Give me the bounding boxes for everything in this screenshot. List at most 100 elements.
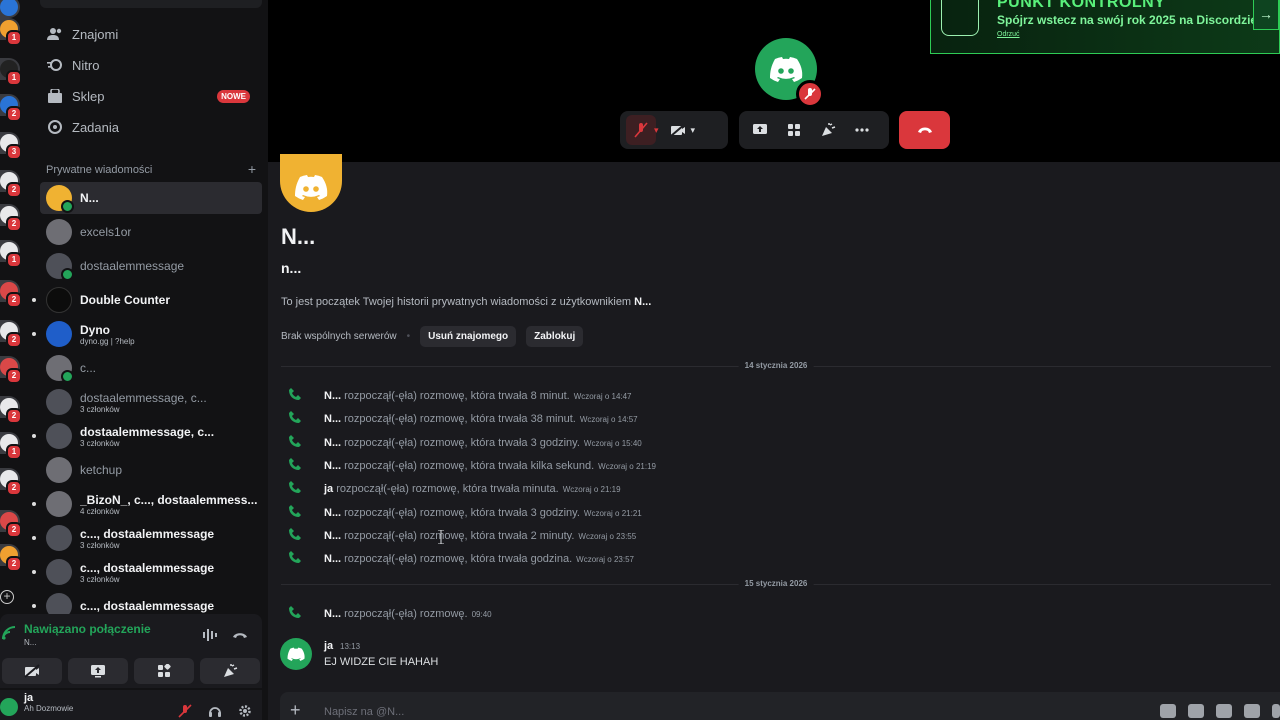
unread-dot-icon — [32, 434, 36, 438]
mute-button[interactable] — [626, 115, 656, 145]
dm-name: Double Counter — [80, 293, 170, 307]
dm-list-item[interactable]: c..., dostaalemmessage 3 członków — [32, 556, 262, 588]
phone-icon — [289, 411, 301, 424]
emoji-icon[interactable] — [1244, 704, 1260, 718]
block-button[interactable]: Zablokuj — [526, 326, 584, 347]
dm-list-item[interactable]: dostaalemmessage, c... 3 członków — [32, 420, 262, 452]
activities-button[interactable] — [134, 658, 194, 684]
recap-banner[interactable]: PUNKT KONTROLNY Spójrz wstecz na swój ro… — [930, 0, 1280, 54]
dm-list-item[interactable]: excels1or — [40, 216, 262, 248]
dm-name: Dyno — [80, 322, 110, 337]
phone-icon — [289, 388, 301, 400]
dm-list-item[interactable]: Dyno dyno.gg | ?help — [32, 318, 262, 350]
server-icon[interactable]: 2 — [0, 544, 22, 572]
server-icon[interactable]: 2 — [0, 280, 22, 308]
nav-shop[interactable]: Sklep NOWE — [40, 83, 262, 109]
dm-profile-avatar[interactable] — [280, 154, 342, 212]
server-icon[interactable]: 1 — [0, 432, 22, 460]
server-icon[interactable]: 3 — [0, 132, 22, 160]
server-icon[interactable]: 2 — [0, 94, 22, 122]
dm-subtitle: 3 członków — [80, 574, 120, 584]
nav-friends[interactable]: Znajomi — [40, 21, 262, 47]
server-icon[interactable] — [0, 0, 20, 18]
call-author[interactable]: ja — [324, 483, 333, 495]
dm-list-item[interactable]: dostaalemmessage, c... 3 członków — [40, 386, 262, 418]
call-log-entry: N... rozpoczął(-ęła) rozmowę. 09:40 — [288, 603, 492, 620]
more-options-button[interactable] — [847, 115, 877, 145]
user-avatar[interactable] — [0, 698, 18, 716]
nitro-icon — [46, 56, 64, 74]
dm-section-header: Prywatne wiadomości + — [46, 162, 256, 176]
screenshare-button[interactable] — [68, 658, 128, 684]
server-icon[interactable]: 1 — [0, 18, 22, 46]
server-icon[interactable]: 2 — [0, 204, 22, 232]
dm-list-item[interactable]: c..., dostaalemmessage 3 członków — [32, 522, 262, 554]
attach-plus-icon[interactable]: + — [290, 701, 304, 719]
mic-muted-icon[interactable] — [178, 704, 192, 718]
soundboard-button[interactable] — [813, 115, 843, 145]
call-author[interactable]: N... — [324, 460, 341, 472]
server-icon[interactable]: 2 — [0, 356, 22, 384]
dm-list-item[interactable]: c... — [40, 352, 262, 384]
voice-channel[interactable]: N... — [24, 638, 36, 647]
server-icon[interactable]: 2 — [0, 320, 22, 348]
server-icon[interactable]: 1 — [0, 58, 22, 86]
call-author[interactable]: N... — [324, 553, 341, 565]
create-dm-button[interactable]: + — [248, 162, 256, 176]
call-author[interactable]: N... — [324, 437, 341, 449]
server-icon[interactable]: 2 — [0, 510, 22, 538]
banner-dismiss-link[interactable]: Odrzuć — [997, 31, 1020, 38]
gif-icon[interactable] — [1188, 704, 1204, 718]
text-cursor-icon — [438, 530, 444, 544]
dm-avatar — [46, 491, 72, 517]
call-author[interactable]: N... — [324, 413, 341, 425]
unread-dot-icon — [32, 604, 36, 608]
date-divider: 14 stycznia 2026 — [281, 361, 1271, 371]
server-icon[interactable]: 2 — [0, 468, 22, 496]
message-time: 13:13 — [340, 642, 361, 651]
gift-icon[interactable] — [1160, 704, 1176, 718]
message-author[interactable]: ja — [324, 640, 333, 652]
dm-subtitle: 3 członków — [80, 540, 120, 550]
call-author[interactable]: N... — [324, 608, 341, 620]
nav-quests[interactable]: Zadania — [40, 114, 262, 140]
camera-toggle-button[interactable] — [663, 115, 693, 145]
apps-icon[interactable] — [1272, 704, 1280, 718]
share-screen-button[interactable] — [745, 115, 775, 145]
call-author[interactable]: N... — [324, 530, 341, 542]
nav-nitro[interactable]: Nitro — [40, 52, 262, 78]
camera-button[interactable] — [2, 658, 62, 684]
dm-list-item[interactable]: ketchup — [40, 454, 262, 486]
hang-up-button[interactable] — [899, 111, 950, 149]
camera-options-chevron-icon[interactable]: ▾ — [691, 125, 696, 136]
message-composer[interactable]: + Napisz na @N... — [280, 692, 1280, 720]
soundboard-button[interactable] — [200, 658, 260, 684]
noise-suppression-icon[interactable] — [202, 628, 218, 642]
server-icon[interactable]: 2 — [0, 396, 22, 424]
dm-avatar — [46, 457, 72, 483]
dm-list-item[interactable]: Double Counter — [32, 284, 262, 316]
message-avatar[interactable] — [280, 638, 312, 670]
sticker-icon[interactable] — [1216, 704, 1232, 718]
call-author[interactable]: N... — [324, 390, 341, 402]
settings-gear-icon[interactable] — [238, 704, 252, 718]
dm-list-item[interactable]: N... — [40, 182, 262, 214]
user-name[interactable]: ja — [24, 692, 33, 704]
nav-nitro-label: Nitro — [72, 57, 100, 73]
mic-options-chevron-icon[interactable]: ▾ — [654, 125, 659, 136]
call-text: rozpoczął(-ęła) rozmowę, która trwała go… — [344, 553, 573, 566]
activities-button[interactable] — [779, 115, 809, 145]
dm-list-item[interactable]: dostaalemmessage — [40, 250, 262, 282]
headphones-icon[interactable] — [208, 704, 222, 718]
add-server-button[interactable]: + — [0, 590, 14, 604]
dm-list-item[interactable]: _BizoN_, c..., dostaalemmess... 4 członkó… — [32, 488, 262, 520]
server-icon[interactable]: 1 — [0, 240, 22, 268]
search-bar[interactable] — [40, 0, 262, 8]
server-icon[interactable]: 2 — [0, 170, 22, 198]
more-dots-icon — [855, 128, 869, 132]
call-author[interactable]: N... — [324, 507, 341, 519]
remove-friend-button[interactable]: Usuń znajomego — [420, 326, 517, 347]
disconnect-icon[interactable] — [232, 628, 248, 642]
banner-arrow-button[interactable]: → — [1253, 0, 1279, 30]
discord-window: 1 1 2 3 2 2 1 2 2 2 2 1 2 2 2 + Znajomi Nitro Sklep NO… — [0, 0, 1280, 720]
